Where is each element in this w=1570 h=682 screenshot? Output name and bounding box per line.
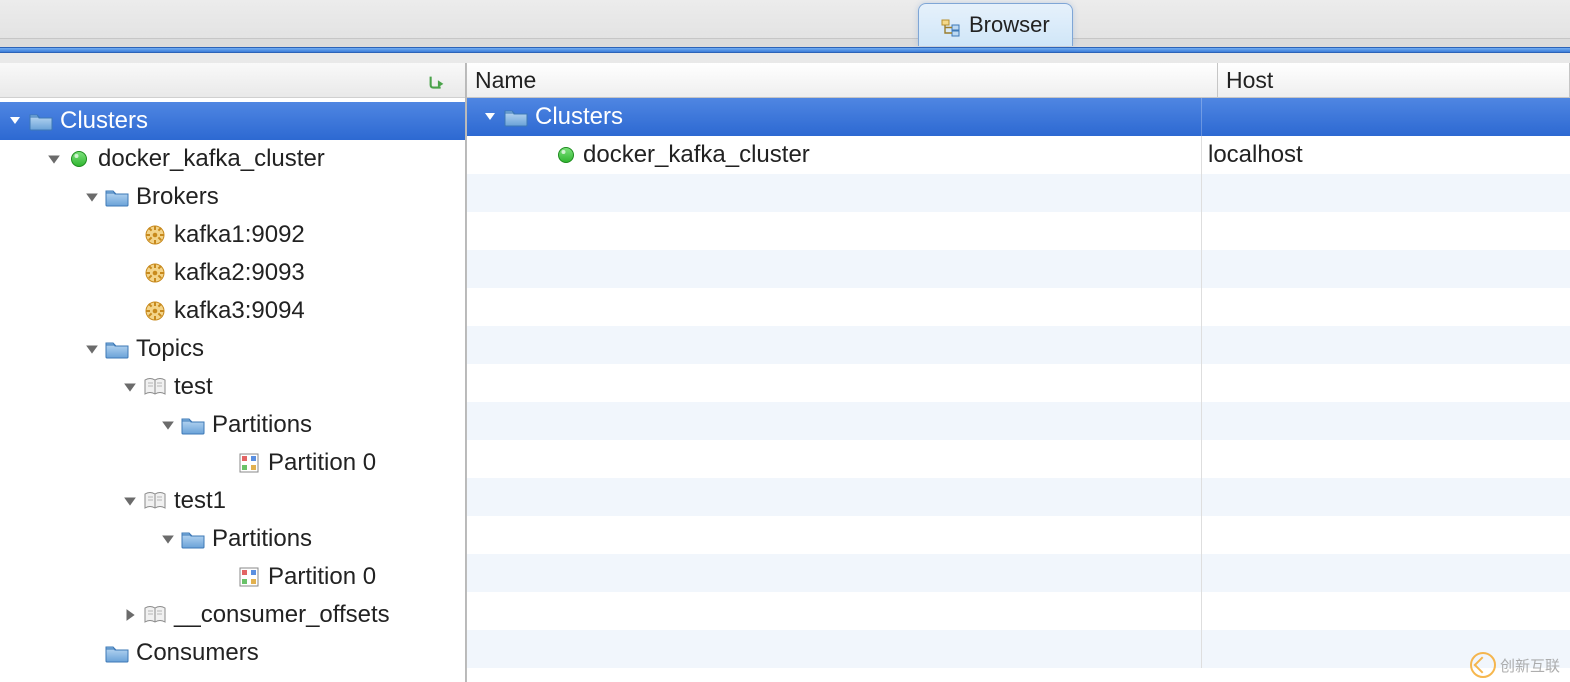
tree-label: kafka2:9093 xyxy=(170,259,305,287)
tree-node-cluster[interactable]: docker_kafka_cluster xyxy=(0,140,465,178)
cell-name: Clusters xyxy=(531,103,623,131)
tree-node-topic[interactable]: test1 xyxy=(0,482,465,520)
expand-toggle[interactable] xyxy=(120,380,140,394)
table-row-empty xyxy=(467,630,1570,668)
tree-label: __consumer_offsets xyxy=(170,601,390,629)
tree-node-partitions[interactable]: Partitions xyxy=(0,520,465,558)
folder-icon xyxy=(178,415,208,435)
tree-label: kafka1:9092 xyxy=(170,221,305,249)
expand-toggle[interactable] xyxy=(158,418,178,432)
sidebar: Clusters docker_kafka_cluster Brokers ka… xyxy=(0,63,466,682)
expand-toggle[interactable] xyxy=(120,494,140,508)
expand-toggle[interactable] xyxy=(82,190,102,204)
book-icon xyxy=(140,377,170,397)
titlebar xyxy=(0,0,1570,38)
expand-toggle[interactable] xyxy=(120,608,140,622)
cell-host xyxy=(1201,98,1570,136)
tree-node-broker[interactable]: kafka3:9094 xyxy=(0,292,465,330)
tree-label: kafka3:9094 xyxy=(170,297,305,325)
folder-icon xyxy=(102,187,132,207)
col-host-header[interactable]: Host xyxy=(1218,63,1570,97)
table-row-empty xyxy=(467,592,1570,630)
table-row-empty xyxy=(467,364,1570,402)
tree-label: Partitions xyxy=(208,525,312,553)
tree-label: Consumers xyxy=(132,639,259,667)
table-row[interactable]: docker_kafka_cluster localhost xyxy=(467,136,1570,174)
tree-node-broker[interactable]: kafka1:9092 xyxy=(0,216,465,254)
tab-browser[interactable]: Browser xyxy=(918,3,1073,46)
expand-toggle[interactable] xyxy=(44,152,64,166)
table-row-empty xyxy=(467,516,1570,554)
tree-label: Partition 0 xyxy=(264,563,376,591)
tree-node-consumers[interactable]: Consumers xyxy=(0,634,465,672)
table-row-empty xyxy=(467,250,1570,288)
status-dot-icon xyxy=(64,150,94,168)
folder-icon xyxy=(178,529,208,549)
detail-panel: Name Host Clusters xyxy=(466,63,1570,682)
tree-node-brokers[interactable]: Brokers xyxy=(0,178,465,216)
tree-node-partitions[interactable]: Partitions xyxy=(0,406,465,444)
table-row-empty xyxy=(467,440,1570,478)
tree: Clusters docker_kafka_cluster Brokers ka… xyxy=(0,98,465,672)
table-row-empty xyxy=(467,402,1570,440)
grid-icon xyxy=(234,453,264,473)
folder-icon xyxy=(26,111,56,131)
gear-icon xyxy=(140,262,170,284)
table-row[interactable]: Clusters xyxy=(467,98,1570,136)
refresh-button[interactable] xyxy=(427,71,449,89)
status-dot-icon xyxy=(553,146,579,164)
cell-host: localhost xyxy=(1201,136,1570,174)
tabstrip: Browser xyxy=(0,38,1570,47)
gear-icon xyxy=(140,224,170,246)
sidebar-toolbar xyxy=(0,63,465,98)
tree-label: docker_kafka_cluster xyxy=(94,145,325,173)
expand-toggle[interactable] xyxy=(158,532,178,546)
table-row-empty xyxy=(467,288,1570,326)
tree-node-broker[interactable]: kafka2:9093 xyxy=(0,254,465,292)
watermark-icon xyxy=(1470,652,1496,678)
table-row-empty xyxy=(467,212,1570,250)
tree-label: Partition 0 xyxy=(264,449,376,477)
col-name-header[interactable]: Name xyxy=(467,63,1218,97)
tree-label: Partitions xyxy=(208,411,312,439)
tree-icon xyxy=(941,16,961,34)
watermark-label: 创新互联 xyxy=(1500,655,1560,676)
grid-icon xyxy=(234,567,264,587)
table-row-empty xyxy=(467,326,1570,364)
table-row-empty xyxy=(467,554,1570,592)
table-row-empty xyxy=(467,478,1570,516)
folder-icon xyxy=(102,643,132,663)
expand-toggle[interactable] xyxy=(481,110,501,124)
cell-name: docker_kafka_cluster xyxy=(579,141,810,169)
tree-node-topic[interactable]: __consumer_offsets xyxy=(0,596,465,634)
expand-toggle[interactable] xyxy=(6,114,26,128)
tree-label: test xyxy=(170,373,213,401)
book-icon xyxy=(140,605,170,625)
tree-label: Clusters xyxy=(56,107,148,135)
column-header: Name Host xyxy=(467,63,1570,98)
expand-toggle[interactable] xyxy=(82,342,102,356)
watermark: 创新互联 xyxy=(1470,652,1560,678)
tree-node-topic[interactable]: test xyxy=(0,368,465,406)
toolbar-gap xyxy=(0,53,1570,63)
table-row-empty xyxy=(467,174,1570,212)
tree-label: test1 xyxy=(170,487,226,515)
tree-node-partition[interactable]: Partition 0 xyxy=(0,444,465,482)
book-icon xyxy=(140,491,170,511)
tree-node-partition[interactable]: Partition 0 xyxy=(0,558,465,596)
tab-label: Browser xyxy=(969,12,1050,38)
table-body: Clusters docker_kafka_cluster localhost xyxy=(467,98,1570,682)
gear-icon xyxy=(140,300,170,322)
tree-label: Topics xyxy=(132,335,204,363)
tree-node-topics[interactable]: Topics xyxy=(0,330,465,368)
folder-icon xyxy=(102,339,132,359)
folder-icon xyxy=(501,107,531,127)
tree-node-clusters[interactable]: Clusters xyxy=(0,102,465,140)
tree-label: Brokers xyxy=(132,183,219,211)
